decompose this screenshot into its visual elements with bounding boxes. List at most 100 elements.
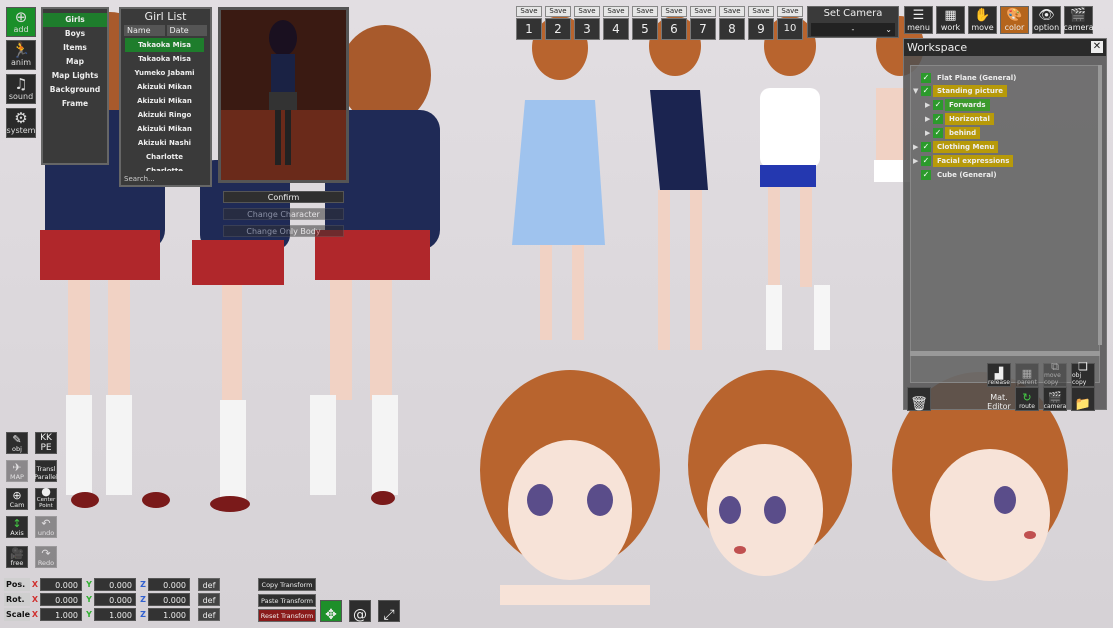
tree-node[interactable]: ▶ ✓ Facial expressions (913, 155, 1014, 167)
workspace-tree[interactable]: ✓ Flat Plane (General) ▼ ✓ Standing picture… (910, 65, 1100, 383)
work-button[interactable]: ▦ work (936, 6, 965, 34)
transl-parallel-button[interactable]: Transl Parallel (34, 460, 58, 482)
scale-z-field[interactable]: 1.000 (148, 607, 190, 621)
checkbox-checked-icon[interactable]: ✓ (933, 128, 943, 138)
workspace-vertical-scrollbar[interactable] (1098, 65, 1102, 345)
camera-save-button[interactable]: Save (632, 6, 658, 17)
map-button[interactable]: ✈ MAP (6, 460, 28, 482)
sound-button[interactable]: ♫ sound (6, 74, 36, 104)
center-point-button[interactable]: ● Center Point (35, 486, 57, 510)
workspace-camera-button[interactable]: 🎬 camera (1043, 387, 1067, 411)
obj-button[interactable]: ✎ obj (6, 432, 28, 454)
pos-y-field[interactable]: 0.000 (94, 577, 136, 591)
checkbox-checked-icon[interactable]: ✓ (921, 156, 931, 166)
camera-save-button[interactable]: Save (516, 6, 542, 17)
list-item[interactable]: Charlotte (125, 164, 204, 171)
option-button[interactable]: 👁 option (1032, 6, 1061, 34)
camera-slot-button[interactable]: 5 (632, 18, 658, 40)
tree-node[interactable]: ✓ Cube (General) (913, 169, 1001, 181)
checkbox-checked-icon[interactable]: ✓ (933, 114, 943, 124)
scale-gizmo-button[interactable]: ⤢ (378, 600, 400, 622)
rot-x-field[interactable]: 0.000 (40, 592, 82, 606)
list-item[interactable]: Takaoka Misa (125, 38, 204, 52)
pos-z-field[interactable]: 0.000 (148, 577, 190, 591)
camera-slot-button[interactable]: 7 (690, 18, 716, 40)
tree-node[interactable]: ✓ Flat Plane (General) (913, 72, 1020, 84)
release-button[interactable]: ▟ release (987, 363, 1011, 387)
camera-save-button[interactable]: Save (777, 6, 803, 17)
close-icon[interactable]: ✕ (1091, 41, 1103, 53)
list-item[interactable]: Akizuki Mikan (125, 122, 204, 136)
category-boys[interactable]: Boys (43, 27, 107, 41)
add-button[interactable]: ⊕ add (6, 7, 36, 37)
collapsed-triangle-icon[interactable]: ▶ (925, 99, 933, 111)
parent-button[interactable]: ▦ parent (1015, 363, 1039, 387)
checkbox-checked-icon[interactable]: ✓ (921, 86, 931, 96)
move-gizmo-button[interactable]: ✥ (320, 600, 342, 622)
list-item[interactable]: Akizuki Mikan (125, 80, 204, 94)
category-map[interactable]: Map (43, 55, 107, 69)
route-button[interactable]: ↻ route (1015, 387, 1039, 411)
kkpe-button[interactable]: KK PE (35, 432, 57, 454)
move-copy-button[interactable]: ⧉ move copy (1043, 361, 1067, 387)
scale-default-button[interactable]: def (198, 607, 220, 621)
camera-button[interactable]: 🎬 camera (1063, 6, 1094, 34)
sort-by-name-button[interactable]: Name (124, 25, 165, 36)
checkbox-checked-icon[interactable]: ✓ (933, 100, 943, 110)
camera-slot-button[interactable]: 2 (545, 18, 571, 40)
camera-save-button[interactable]: Save (719, 6, 745, 17)
change-only-body-button[interactable]: Change Only Body (223, 225, 344, 237)
collapsed-triangle-icon[interactable]: ▶ (925, 113, 933, 125)
camera-save-button[interactable]: Save (661, 6, 687, 17)
category-map-lights[interactable]: Map Lights (43, 69, 107, 83)
workspace-scrollbar[interactable] (910, 351, 1100, 356)
mat-editor-button[interactable]: Mat. Editor (987, 387, 1011, 411)
cam-button[interactable]: ⊕ Cam (6, 488, 28, 510)
system-button[interactable]: ⚙ system (6, 108, 36, 138)
axis-button[interactable]: ↕ Axis (6, 516, 28, 538)
camera-slot-button[interactable]: 8 (719, 18, 745, 40)
category-girls[interactable]: Girls (43, 13, 107, 27)
camera-slot-button[interactable]: 4 (603, 18, 629, 40)
camera-slot-button[interactable]: 9 (748, 18, 774, 40)
collapsed-triangle-icon[interactable]: ▶ (925, 127, 933, 139)
anim-button[interactable]: 🏃 anim (6, 40, 36, 70)
delete-button[interactable]: 🗑 (907, 387, 931, 411)
camera-save-button[interactable]: Save (574, 6, 600, 17)
camera-save-button[interactable]: Save (545, 6, 571, 17)
tree-node[interactable]: ▶ ✓ Forwards (925, 99, 990, 111)
checkbox-checked-icon[interactable]: ✓ (921, 73, 931, 83)
menu-button[interactable]: ☰ menu (904, 6, 933, 34)
color-button[interactable]: 🎨 color (1000, 6, 1029, 34)
tree-node[interactable]: ▶ ✓ Clothing Menu (913, 141, 999, 153)
reset-transform-button[interactable]: Reset Transform (258, 609, 316, 622)
camera-slot-button[interactable]: 3 (574, 18, 600, 40)
paste-transform-button[interactable]: Paste Transform (258, 594, 316, 607)
camera-save-button[interactable]: Save (603, 6, 629, 17)
copy-transform-button[interactable]: Copy Transform (258, 578, 316, 591)
camera-save-button[interactable]: Save (690, 6, 716, 17)
camera-slot-button[interactable]: 1 (516, 18, 542, 40)
list-item[interactable]: Akizuki Mikan (125, 94, 204, 108)
tree-node[interactable]: ▶ ✓ behind (925, 127, 981, 139)
confirm-button[interactable]: Confirm (223, 191, 344, 203)
collapsed-triangle-icon[interactable]: ▶ (913, 141, 921, 153)
tree-node[interactable]: ▶ ✓ Horizontal (925, 113, 994, 125)
scale-y-field[interactable]: 1.000 (94, 607, 136, 621)
sort-by-date-button[interactable]: Date (166, 25, 207, 36)
obj-copy-button[interactable]: ❏ obj copy (1071, 361, 1095, 387)
scale-x-field[interactable]: 1.000 (40, 607, 82, 621)
rotate-gizmo-button[interactable]: @ (349, 600, 371, 622)
pos-x-field[interactable]: 0.000 (40, 577, 82, 591)
camera-save-button[interactable]: Save (748, 6, 774, 17)
rot-default-button[interactable]: def (198, 592, 220, 606)
camera-slot-button[interactable]: 6 (661, 18, 687, 40)
list-item[interactable]: Charlotte (125, 150, 204, 164)
category-frame[interactable]: Frame (43, 97, 107, 111)
category-items[interactable]: Items (43, 41, 107, 55)
camera-slot-button[interactable]: 10 (777, 18, 803, 40)
tree-node[interactable]: ▼ ✓ Standing picture (913, 85, 1008, 97)
redo-button[interactable]: ↷ Redo (35, 546, 57, 568)
undo-button[interactable]: ↶ undo (35, 516, 57, 538)
collapsed-triangle-icon[interactable]: ▶ (913, 155, 921, 167)
